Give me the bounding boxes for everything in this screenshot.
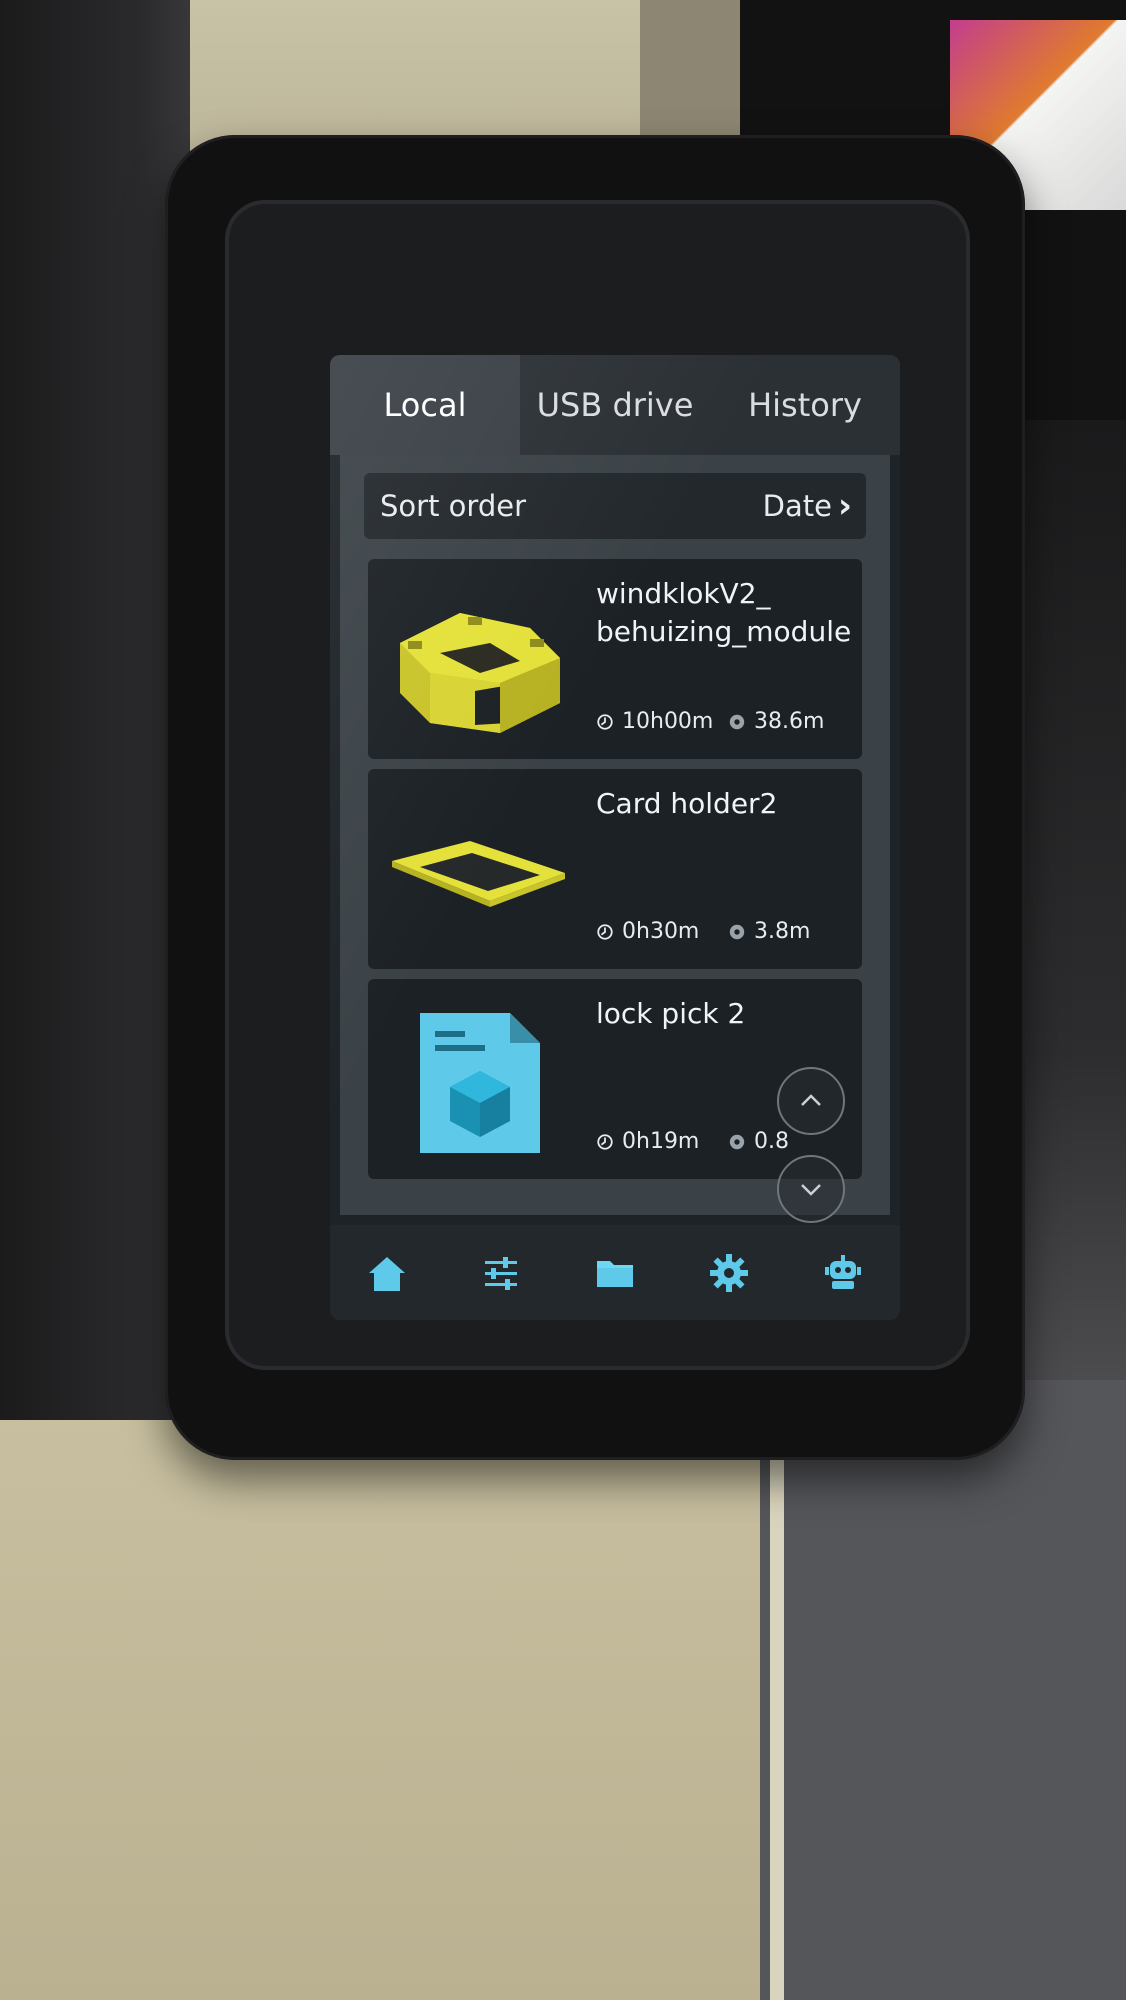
filament-icon [729,714,745,729]
generic-file-icon [380,993,580,1165]
chevron-right-icon: › [837,486,852,526]
scroll-down-button[interactable] [777,1155,845,1223]
clock-icon [597,1133,613,1150]
bottom-nav-bar [330,1225,900,1320]
print-time-value: 0h30m [622,919,700,944]
file-item[interactable]: windklokV2_ behuizing_module 10h00m 38.6… [368,559,862,759]
file-name: Card holder2 [596,787,778,820]
file-name: windklokV2_ behuizing_module [596,577,852,648]
filament-length: 3.8m [728,919,810,944]
robot-icon[interactable] [818,1248,868,1298]
chevron-down-icon [801,1184,821,1196]
sort-order-value[interactable]: Date › [763,486,866,526]
file-list-panel: Sort order Date › windklokV2_ behuizing_… [340,455,890,1223]
tab-local[interactable]: Local [330,355,520,455]
print-time: 10h00m [596,709,713,734]
table-surface [0,1420,800,2000]
tab-bar: Local USB drive History [330,355,900,455]
filament-icon [729,924,745,939]
file-name: lock pick 2 [596,997,746,1030]
print-time: 0h30m [596,919,699,944]
filament-length: 38.6m [728,709,824,734]
model-thumbnail [380,573,580,745]
print-time: 0h19m [596,1129,699,1154]
filament-length-value: 0.8 [754,1129,789,1154]
filament-length-value: 3.8m [754,919,811,944]
home-icon[interactable] [362,1248,412,1298]
clock-icon [597,923,613,940]
clock-icon [597,713,613,730]
table-edge [770,1420,784,2000]
tab-history[interactable]: History [710,355,900,455]
print-time-value: 10h00m [622,709,714,734]
touch-screen: Local USB drive History Sort order Date … [330,355,900,1320]
scroll-up-button[interactable] [777,1067,845,1135]
gear-icon[interactable] [704,1248,754,1298]
sliders-icon[interactable] [476,1248,526,1298]
print-time-value: 0h19m [622,1129,700,1154]
sort-value-text: Date [762,489,832,523]
folder-icon[interactable] [590,1248,640,1298]
model-thumbnail [380,783,580,955]
tab-usb-drive[interactable]: USB drive [520,355,710,455]
filament-length: 0.8 [728,1129,789,1154]
filament-length-value: 38.6m [754,709,825,734]
sort-order-row[interactable]: Sort order Date › [364,473,866,539]
chevron-up-icon [801,1094,821,1106]
floor-background [760,1380,1126,2000]
filament-icon [729,1134,745,1149]
file-item[interactable]: Card holder2 0h30m 3.8m [368,769,862,969]
sort-order-label: Sort order [380,489,526,523]
